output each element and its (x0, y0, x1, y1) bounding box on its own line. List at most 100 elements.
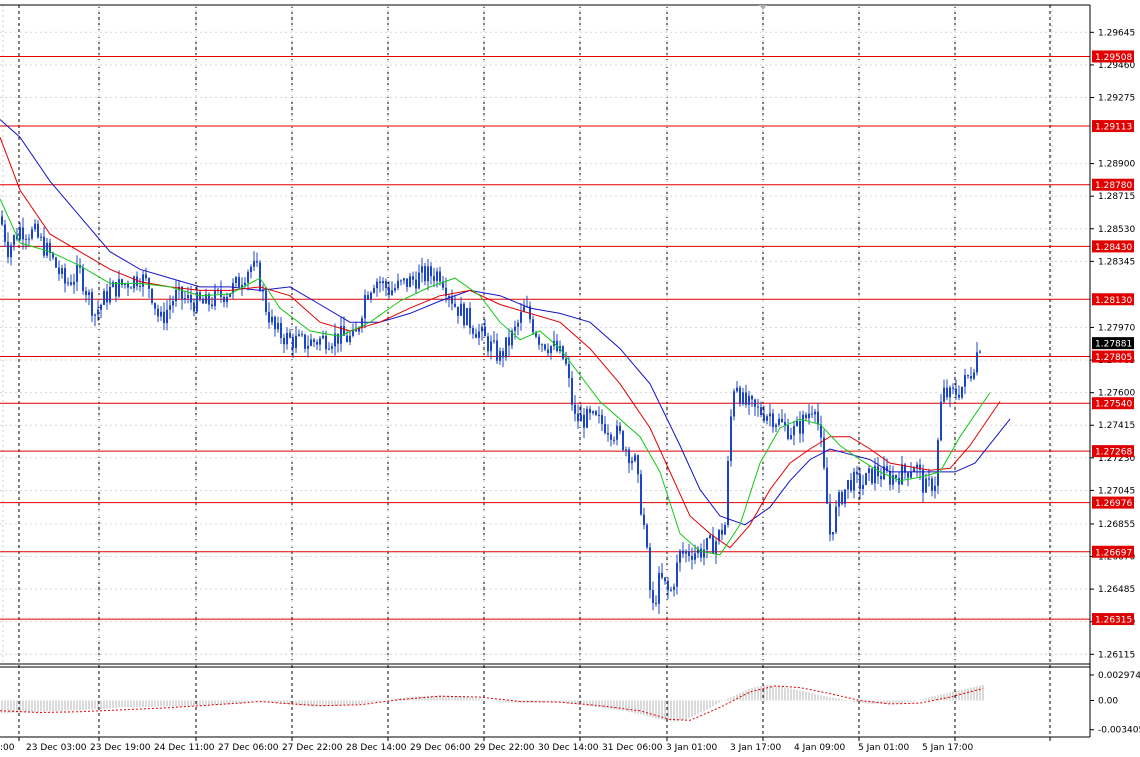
candle-body (709, 535, 711, 538)
candle-body (10, 245, 12, 258)
candle-body (802, 414, 804, 434)
x-tick-label: 28 Dec 14:00 (346, 743, 407, 753)
candle-body (322, 335, 324, 339)
candle-body (922, 469, 924, 493)
x-tick-label: 3 Jan 01:00 (666, 743, 718, 753)
candle-body (958, 394, 960, 398)
candle-body (376, 281, 378, 289)
candle-body (403, 278, 405, 281)
candle-body (733, 391, 735, 417)
candle-body (862, 484, 864, 489)
y-tick-label: 1.26855 (1098, 520, 1135, 530)
candle-body (703, 549, 705, 558)
candle-body (19, 227, 21, 240)
candle-body (538, 336, 540, 345)
candle-body (682, 550, 684, 554)
candle-body (655, 602, 657, 604)
candle-body (892, 475, 894, 485)
candle-body (223, 296, 225, 303)
candle-body (31, 229, 33, 239)
candle-body (970, 375, 972, 379)
price-chart[interactable]: 1.296451.294601.292751.289001.287151.285… (0, 0, 1140, 757)
candle-body (157, 308, 159, 317)
level-price-label: 1.29113 (1095, 123, 1132, 133)
candle-body (346, 335, 348, 342)
candle-body (715, 541, 717, 554)
candle-body (793, 426, 795, 436)
candle-body (565, 358, 567, 364)
candle-body (460, 303, 462, 316)
candle-body (898, 477, 900, 485)
candle-body (868, 468, 870, 474)
candle-body (670, 589, 672, 591)
candle-body (955, 388, 957, 395)
candle-body (163, 311, 165, 324)
candle-body (328, 348, 330, 350)
candle-body (826, 467, 828, 504)
candle-body (490, 341, 492, 352)
candle-body (829, 503, 831, 535)
candle-body (742, 392, 744, 404)
candle-body (97, 309, 99, 315)
candle-body (145, 274, 147, 279)
candle-body (22, 227, 24, 240)
candle-body (262, 290, 264, 292)
y-tick-label: 1.27045 (1098, 486, 1135, 496)
candle-body (685, 551, 687, 554)
candle-body (748, 395, 750, 405)
candle-body (466, 308, 468, 326)
candle-body (373, 288, 375, 293)
candle-body (154, 302, 156, 309)
candle-body (388, 287, 390, 295)
candle-body (853, 471, 855, 491)
x-tick-label: 31 Dec 06:00 (602, 743, 663, 753)
candle-body (253, 261, 255, 267)
candle-body (292, 337, 294, 349)
candle-body (502, 351, 504, 358)
candle-body (463, 303, 465, 326)
candle-body (706, 537, 708, 550)
candle-body (961, 386, 963, 398)
x-tick-label: 3 Jan 17:00 (730, 743, 782, 753)
candle-body (208, 294, 210, 305)
candle-body (589, 408, 591, 414)
candle-body (172, 301, 174, 306)
candle-body (94, 314, 96, 316)
candle-body (601, 414, 603, 424)
candle-body (871, 468, 873, 484)
candle-body (724, 525, 726, 535)
candle-body (604, 423, 606, 433)
candle-body (847, 480, 849, 490)
candle-body (190, 295, 192, 303)
candle-body (934, 485, 936, 491)
candle-body (664, 577, 666, 582)
candle-body (193, 302, 195, 312)
candle-body (658, 572, 660, 604)
candle-body (469, 308, 471, 328)
candle-body (385, 281, 387, 288)
candle-body (775, 424, 777, 428)
candle-body (121, 279, 123, 285)
candle-body (256, 261, 258, 263)
candle-body (142, 274, 144, 287)
candle-body (643, 514, 645, 525)
candle-body (160, 311, 162, 317)
candle-body (937, 440, 939, 486)
candle-body (751, 395, 753, 400)
candle-body (136, 276, 138, 287)
candle-body (925, 478, 927, 493)
candle-body (1, 216, 3, 225)
candle-body (781, 418, 783, 423)
candle-body (592, 411, 594, 414)
candle-body (610, 434, 612, 440)
candle-body (754, 399, 756, 407)
candle-body (688, 551, 690, 556)
candle-body (355, 329, 357, 332)
x-tick-label: 5 Jan 17:00 (922, 743, 974, 753)
candle-body (619, 425, 621, 432)
candle-body (568, 363, 570, 379)
candle-body (331, 346, 333, 349)
candle-body (811, 413, 813, 415)
candle-body (25, 238, 27, 240)
level-price-label: 1.26315 (1095, 616, 1132, 626)
